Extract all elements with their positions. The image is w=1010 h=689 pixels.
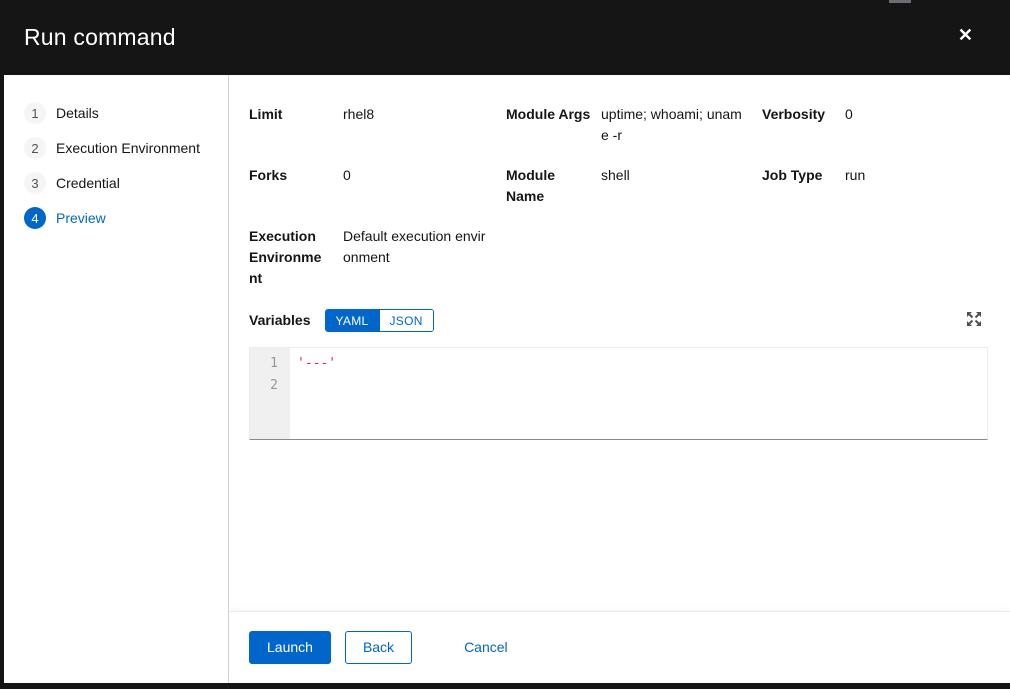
detail-label-verbosity: Verbosity xyxy=(762,104,845,146)
preview-pane: Limit rhel8 Module Args uptime; whoami; … xyxy=(229,75,1010,683)
cancel-button[interactable]: Cancel xyxy=(454,632,518,662)
detail-list: Limit rhel8 Module Args uptime; whoami; … xyxy=(249,104,988,289)
wizard-step-details[interactable]: 1 Details xyxy=(4,102,228,124)
step-number-badge: 1 xyxy=(24,102,46,124)
step-label: Preview xyxy=(56,210,106,226)
variables-row: Variables YAML JSON xyxy=(249,308,988,332)
modal-title: Run command xyxy=(24,24,176,51)
detail-label-module-name: Module Name xyxy=(506,165,601,207)
preview-content: Limit rhel8 Module Args uptime; whoami; … xyxy=(229,75,1010,611)
wizard-nav: 1 Details 2 Execution Environment 3 Cred… xyxy=(4,75,229,683)
detail-value-verbosity: 0 xyxy=(845,104,988,146)
line-number: 2 xyxy=(250,375,278,397)
step-number-badge: 4 xyxy=(24,207,46,229)
modal-footer: Launch Back Cancel xyxy=(229,611,1010,683)
yaml-toggle-button[interactable]: YAML xyxy=(326,310,379,331)
variables-format-toggle: YAML JSON xyxy=(325,309,434,332)
back-button[interactable]: Back xyxy=(345,631,412,663)
step-number-badge: 2 xyxy=(24,137,46,159)
json-toggle-button[interactable]: JSON xyxy=(379,310,433,331)
editor-line-gutter: 1 2 xyxy=(250,348,290,439)
wizard-step-preview[interactable]: 4 Preview xyxy=(4,207,228,229)
expand-arrows-icon[interactable] xyxy=(965,311,983,329)
detail-label-limit: Limit xyxy=(249,104,343,146)
detail-value-limit: rhel8 xyxy=(343,104,506,146)
detail-value-execution-environment: Default execution environment xyxy=(343,226,506,289)
wizard-step-credential[interactable]: 3 Credential xyxy=(4,172,228,194)
detail-value-module-name: shell xyxy=(601,165,762,207)
step-label: Credential xyxy=(56,175,120,191)
close-icon[interactable]: ✕ xyxy=(952,22,979,48)
background-page-edge xyxy=(889,0,911,3)
launch-button[interactable]: Launch xyxy=(249,631,331,663)
detail-value-job-type: run xyxy=(845,165,988,207)
modal-header: Run command ✕ xyxy=(0,0,1010,75)
detail-value-module-args: uptime; whoami; uname -r xyxy=(601,104,762,146)
editor-code-area[interactable]: '---' xyxy=(290,348,987,439)
variables-code-editor: 1 2 '---' xyxy=(249,347,988,440)
modal-body: 1 Details 2 Execution Environment 3 Cred… xyxy=(4,75,1010,683)
variables-label: Variables xyxy=(249,312,311,328)
step-number-badge: 3 xyxy=(24,172,46,194)
detail-label-job-type: Job Type xyxy=(762,165,845,207)
detail-label-forks: Forks xyxy=(249,165,343,207)
detail-label-execution-environment: Execution Environment xyxy=(249,226,343,289)
step-label: Execution Environment xyxy=(56,140,200,156)
background-page-bottom xyxy=(0,683,1010,689)
detail-label-module-args: Module Args xyxy=(506,104,601,146)
wizard-step-execution-environment[interactable]: 2 Execution Environment xyxy=(4,137,228,159)
line-number: 1 xyxy=(250,353,278,375)
code-line: '---' xyxy=(297,353,987,375)
step-label: Details xyxy=(56,105,99,121)
detail-value-forks: 0 xyxy=(343,165,506,207)
